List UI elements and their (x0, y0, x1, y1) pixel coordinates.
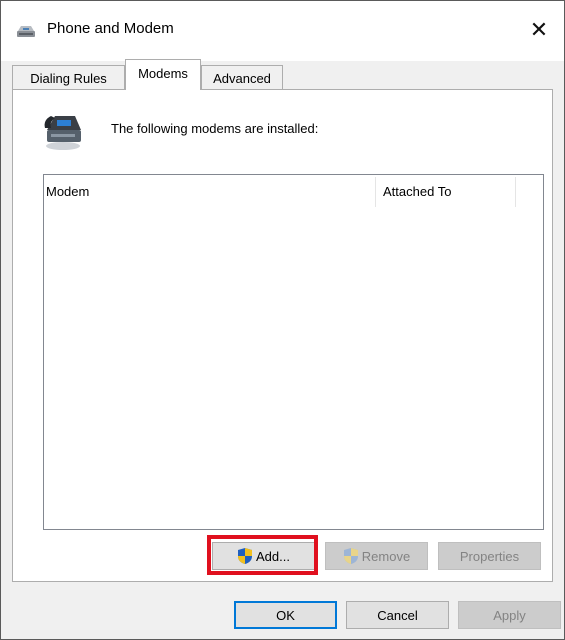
ok-button-label: OK (276, 607, 295, 623)
close-button[interactable]: ✕ (524, 15, 554, 45)
tab-modems[interactable]: Modems (125, 59, 201, 90)
modems-description: The following modems are installed: (111, 121, 319, 136)
modems-tab-panel: The following modems are installed: Mode… (12, 89, 553, 582)
title-bar[interactable]: Phone and Modem ✕ (1, 1, 564, 61)
remove-button[interactable]: Remove (325, 542, 428, 570)
add-button-label: Add... (256, 548, 290, 564)
column-divider[interactable] (515, 177, 516, 207)
phone-modem-icon (15, 23, 37, 39)
phone-and-modem-window: Phone and Modem ✕ Dialing Rules Modems A… (0, 0, 565, 640)
ok-button[interactable]: OK (234, 601, 337, 629)
cancel-button[interactable]: Cancel (346, 601, 449, 629)
remove-button-label: Remove (361, 548, 411, 564)
column-header-modem[interactable]: Modem (44, 175, 376, 207)
properties-button-label: Properties (459, 548, 520, 564)
apply-button-label: Apply (493, 607, 526, 623)
window-title: Phone and Modem (47, 20, 174, 37)
tab-dialing-rules[interactable]: Dialing Rules (12, 65, 125, 90)
close-icon: ✕ (529, 17, 549, 42)
tab-label: Advanced (213, 70, 271, 86)
add-button[interactable]: Add... (212, 542, 315, 570)
column-header-label: Modem (46, 183, 90, 199)
apply-button[interactable]: Apply (458, 601, 561, 629)
uac-shield-icon (343, 547, 359, 565)
modem-list[interactable]: Modem Attached To (43, 174, 544, 530)
tab-label: Modems (138, 66, 188, 81)
tab-label: Dialing Rules (30, 70, 107, 86)
column-header-label: Attached To (383, 183, 452, 199)
column-header-attached-to[interactable]: Attached To (375, 175, 523, 207)
tab-advanced[interactable]: Advanced (201, 65, 283, 90)
modem-phone-icon (41, 112, 87, 152)
properties-button[interactable]: Properties (438, 542, 541, 570)
cancel-button-label: Cancel (377, 607, 418, 623)
uac-shield-icon (237, 547, 253, 565)
